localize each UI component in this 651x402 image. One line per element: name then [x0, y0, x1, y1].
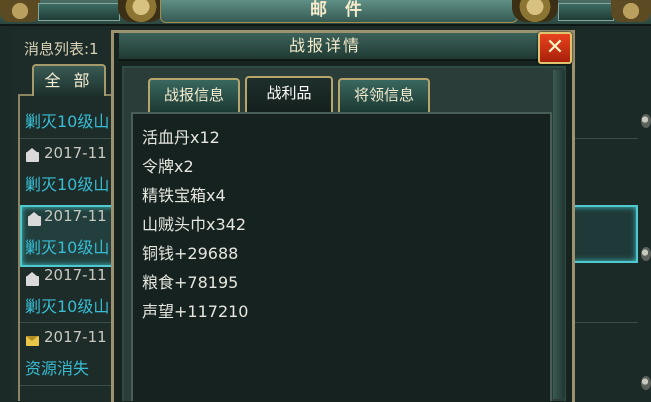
- scrollbar-bottom-knob[interactable]: [641, 376, 651, 390]
- message-date: 2017-11: [44, 144, 107, 162]
- loot-item: 精铁宝箱x4: [142, 186, 226, 205]
- close-button[interactable]: ✕: [538, 32, 572, 64]
- cloud-ornament-left: [118, 0, 164, 22]
- header-strip-right: [558, 3, 614, 21]
- loot-item: 粮食+78195: [142, 273, 239, 292]
- list-item-selected[interactable]: 2017-11 剿灭10级山: [20, 205, 122, 267]
- scrollbar-thumb[interactable]: [641, 247, 651, 261]
- loot-item: 铜钱+29688: [142, 244, 239, 263]
- message-subject: 剿灭10级山: [25, 112, 110, 131]
- dialog-title: 战报详情: [288, 36, 361, 55]
- loot-item: 声望+117210: [142, 302, 249, 321]
- loot-item: 令牌x2: [142, 157, 194, 176]
- message-subject: 剿灭10级山: [25, 175, 110, 194]
- list-item[interactable]: 2017-11 资源消失: [20, 324, 120, 384]
- corner-ornament-right: [611, 0, 651, 22]
- list-item[interactable]: 2017-11 剿灭10级山: [20, 140, 120, 202]
- list-item[interactable]: 剿灭10级山: [20, 100, 120, 138]
- message-list-label: 消息列表:1: [24, 40, 99, 58]
- tab-all[interactable]: 全 部: [32, 64, 106, 96]
- cloud-ornament-right: [512, 0, 558, 22]
- detail-divider: [568, 138, 638, 139]
- message-subject: 剿灭10级山: [25, 297, 110, 316]
- envelope-open-icon: [28, 212, 41, 226]
- detail-divider: [568, 322, 638, 323]
- close-icon: ✕: [545, 35, 565, 60]
- message-subject: 剿灭10级山: [25, 238, 110, 257]
- loot-item: 山贼头巾x342: [142, 215, 247, 234]
- envelope-open-icon: [26, 272, 39, 286]
- envelope-open-icon: [26, 148, 39, 162]
- header-strip-left: [38, 3, 120, 21]
- mail-title: 邮 件: [160, 0, 518, 23]
- scrollbar-top-knob[interactable]: [641, 114, 651, 128]
- tab-general-info[interactable]: 将领信息: [338, 78, 430, 114]
- message-date: 2017-11: [44, 328, 107, 346]
- selected-row-highlight: [568, 205, 638, 263]
- message-subject: 资源消失: [25, 359, 90, 378]
- message-date: 2017-11: [44, 207, 107, 225]
- list-divider: [20, 138, 120, 139]
- loot-item: 活血丹x12: [142, 128, 220, 147]
- tab-loot[interactable]: 战利品: [245, 76, 333, 114]
- message-date: 2017-11: [44, 266, 107, 284]
- list-divider: [20, 322, 120, 323]
- corner-ornament-left: [0, 0, 40, 22]
- dialog-right-edge: [553, 70, 565, 399]
- tab-battle-info[interactable]: 战报信息: [148, 78, 240, 114]
- list-item[interactable]: 2017-11 剿灭10级山: [20, 264, 120, 326]
- list-divider: [20, 385, 120, 386]
- envelope-new-icon: [26, 336, 39, 346]
